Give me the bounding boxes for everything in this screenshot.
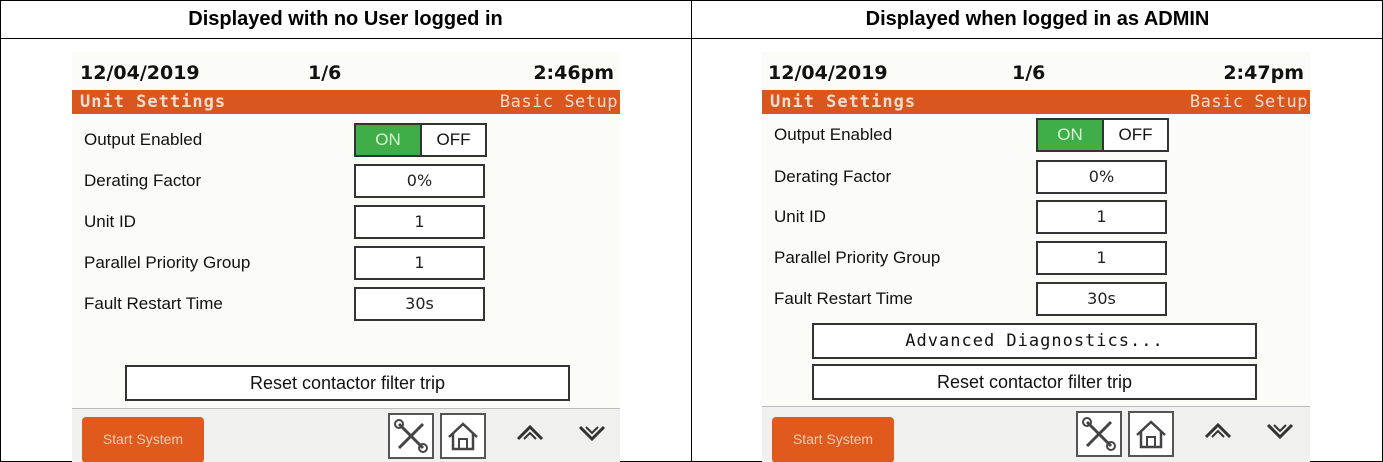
column-divider (691, 0, 692, 462)
start-system-button[interactable]: Start System (772, 417, 894, 462)
unit-id-field[interactable]: 1 (1036, 200, 1167, 234)
chevron-down-icon[interactable] (577, 421, 607, 445)
output-enabled-label: Output Enabled (774, 125, 893, 144)
derating-factor-field[interactable]: 0% (1036, 160, 1167, 194)
home-icon[interactable] (1128, 411, 1174, 457)
unit-id-field[interactable]: 1 (354, 205, 485, 239)
chevron-up-icon[interactable] (515, 421, 545, 445)
date-display: 12/04/2019 (80, 62, 200, 84)
page-indicator: 1/6 (1012, 62, 1046, 84)
advanced-diagnostics-button[interactable]: Advanced Diagnostics... (812, 323, 1257, 359)
toggle-off-option[interactable]: OFF (1102, 120, 1167, 150)
home-icon[interactable] (440, 413, 486, 459)
parallel-priority-label: Parallel Priority Group (774, 248, 941, 267)
output-enabled-toggle[interactable]: ON OFF (354, 123, 487, 157)
bottom-nav-bar: Start System (762, 406, 1310, 462)
reset-contactor-button[interactable]: Reset contactor filter trip (125, 365, 570, 401)
page-subtitle: Basic Setup (499, 92, 618, 112)
bottom-nav-bar: Start System (72, 408, 620, 462)
start-system-button[interactable]: Start System (82, 417, 204, 462)
left-hmi-screen: 12/04/2019 1/6 2:46pm Unit Settings Basi… (72, 52, 620, 462)
right-column-header: Displayed when logged in as ADMIN (865, 8, 1210, 30)
right-hmi-screen: 12/04/2019 1/6 2:47pm Unit Settings Basi… (762, 52, 1310, 462)
parallel-priority-field[interactable]: 1 (354, 246, 485, 280)
page-title: Unit Settings (770, 92, 917, 112)
time-display: 2:47pm (1223, 62, 1304, 84)
derating-factor-label: Derating Factor (84, 171, 202, 190)
toggle-off-option[interactable]: OFF (420, 125, 485, 155)
unit-id-label: Unit ID (774, 207, 826, 226)
toggle-on-option[interactable]: ON (356, 125, 420, 155)
chevron-up-icon[interactable] (1203, 419, 1233, 443)
fault-restart-field[interactable]: 30s (1036, 282, 1167, 316)
fault-restart-field[interactable]: 30s (354, 287, 485, 321)
output-enabled-toggle[interactable]: ON OFF (1036, 118, 1169, 152)
header-divider (0, 38, 1383, 39)
tools-icon[interactable] (1076, 411, 1122, 457)
unit-id-label: Unit ID (84, 212, 136, 231)
title-bar: Unit Settings Basic Setup (762, 90, 1310, 114)
status-bar: 12/04/2019 1/6 2:47pm (762, 52, 1310, 90)
title-bar: Unit Settings Basic Setup (72, 90, 620, 114)
chevron-down-icon[interactable] (1265, 419, 1295, 443)
parallel-priority-field[interactable]: 1 (1036, 241, 1167, 275)
time-display: 2:46pm (533, 62, 614, 84)
status-bar: 12/04/2019 1/6 2:46pm (72, 52, 620, 90)
derating-factor-label: Derating Factor (774, 167, 892, 186)
reset-contactor-button[interactable]: Reset contactor filter trip (812, 364, 1257, 400)
tools-icon[interactable] (388, 413, 434, 459)
toggle-on-option[interactable]: ON (1038, 120, 1102, 150)
output-enabled-label: Output Enabled (84, 130, 203, 149)
fault-restart-label: Fault Restart Time (774, 289, 913, 308)
page-subtitle: Basic Setup (1189, 92, 1308, 112)
page-indicator: 1/6 (308, 62, 342, 84)
derating-factor-field[interactable]: 0% (354, 164, 485, 198)
left-column-header: Displayed with no User logged in (188, 8, 503, 30)
date-display: 12/04/2019 (768, 62, 888, 84)
parallel-priority-label: Parallel Priority Group (84, 253, 251, 272)
fault-restart-label: Fault Restart Time (84, 294, 223, 313)
page-title: Unit Settings (80, 92, 227, 112)
